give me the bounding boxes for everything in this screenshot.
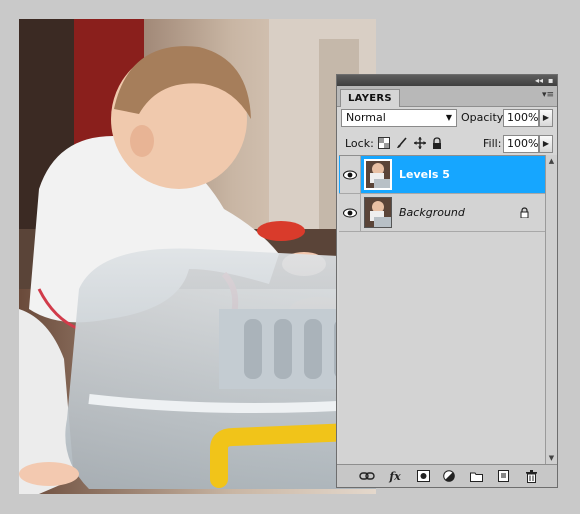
blend-mode-value: Normal: [346, 111, 386, 124]
layers-footer-toolbar: fx: [337, 464, 557, 487]
panel-tab-row: LAYERS ▾≡: [337, 86, 557, 107]
layers-panel: ◂◂ ▪ LAYERS ▾≡ Normal ▼ Opacity: 100% ▶ …: [336, 74, 558, 488]
opacity-slider-button[interactable]: ▶: [539, 109, 553, 127]
close-panel-button[interactable]: ▪: [548, 76, 553, 85]
lock-transparent-pixels-icon[interactable]: [377, 135, 391, 151]
fx-icon[interactable]: fx: [387, 469, 403, 483]
layer-row-levels-5[interactable]: Levels 5: [339, 156, 545, 194]
trash-icon[interactable]: [523, 469, 539, 483]
eye-icon: [343, 170, 357, 179]
collapse-panel-button[interactable]: ◂◂: [535, 76, 543, 85]
lock-all-icon[interactable]: [430, 135, 444, 151]
chevron-down-icon: ▼: [445, 113, 452, 122]
lock-icon: [520, 207, 529, 221]
layers-list: Levels 5 Background: [339, 155, 545, 466]
layer-thumbnail[interactable]: [364, 159, 392, 190]
link-layers-icon[interactable]: [359, 469, 375, 483]
layer-row-background[interactable]: Background: [339, 194, 545, 232]
fill-label: Fill:: [483, 137, 502, 150]
layer-thumbnail[interactable]: [364, 197, 392, 228]
scroll-down-arrow-icon[interactable]: ▼: [546, 453, 557, 464]
eye-icon: [343, 208, 357, 217]
lock-position-icon[interactable]: [413, 135, 427, 151]
scroll-up-arrow-icon[interactable]: ▲: [546, 156, 557, 167]
new-group-icon[interactable]: [468, 469, 484, 483]
document-canvas[interactable]: [19, 19, 376, 494]
new-layer-icon[interactable]: [495, 469, 511, 483]
opacity-label: Opacity:: [461, 111, 507, 124]
visibility-toggle[interactable]: [340, 194, 361, 231]
tab-layers[interactable]: LAYERS: [340, 89, 400, 107]
opacity-field[interactable]: 100%: [503, 109, 539, 127]
layer-mask-icon[interactable]: [415, 469, 431, 483]
photo-image: [19, 19, 376, 494]
panel-menu-icon[interactable]: ▾≡: [542, 90, 554, 100]
panel-title-bar[interactable]: ◂◂ ▪: [337, 75, 557, 86]
lock-label: Lock:: [345, 137, 374, 150]
lock-image-pixels-icon[interactable]: [395, 135, 409, 151]
adjustment-layer-icon[interactable]: [441, 469, 457, 483]
visibility-toggle[interactable]: [340, 156, 361, 193]
fill-slider-button[interactable]: ▶: [539, 135, 553, 153]
layer-name[interactable]: Background: [399, 206, 465, 219]
blend-mode-select[interactable]: Normal ▼: [341, 109, 457, 127]
layers-scrollbar[interactable]: ▲ ▼: [545, 155, 557, 465]
layer-name[interactable]: Levels 5: [399, 168, 450, 181]
fill-field[interactable]: 100%: [503, 135, 539, 153]
